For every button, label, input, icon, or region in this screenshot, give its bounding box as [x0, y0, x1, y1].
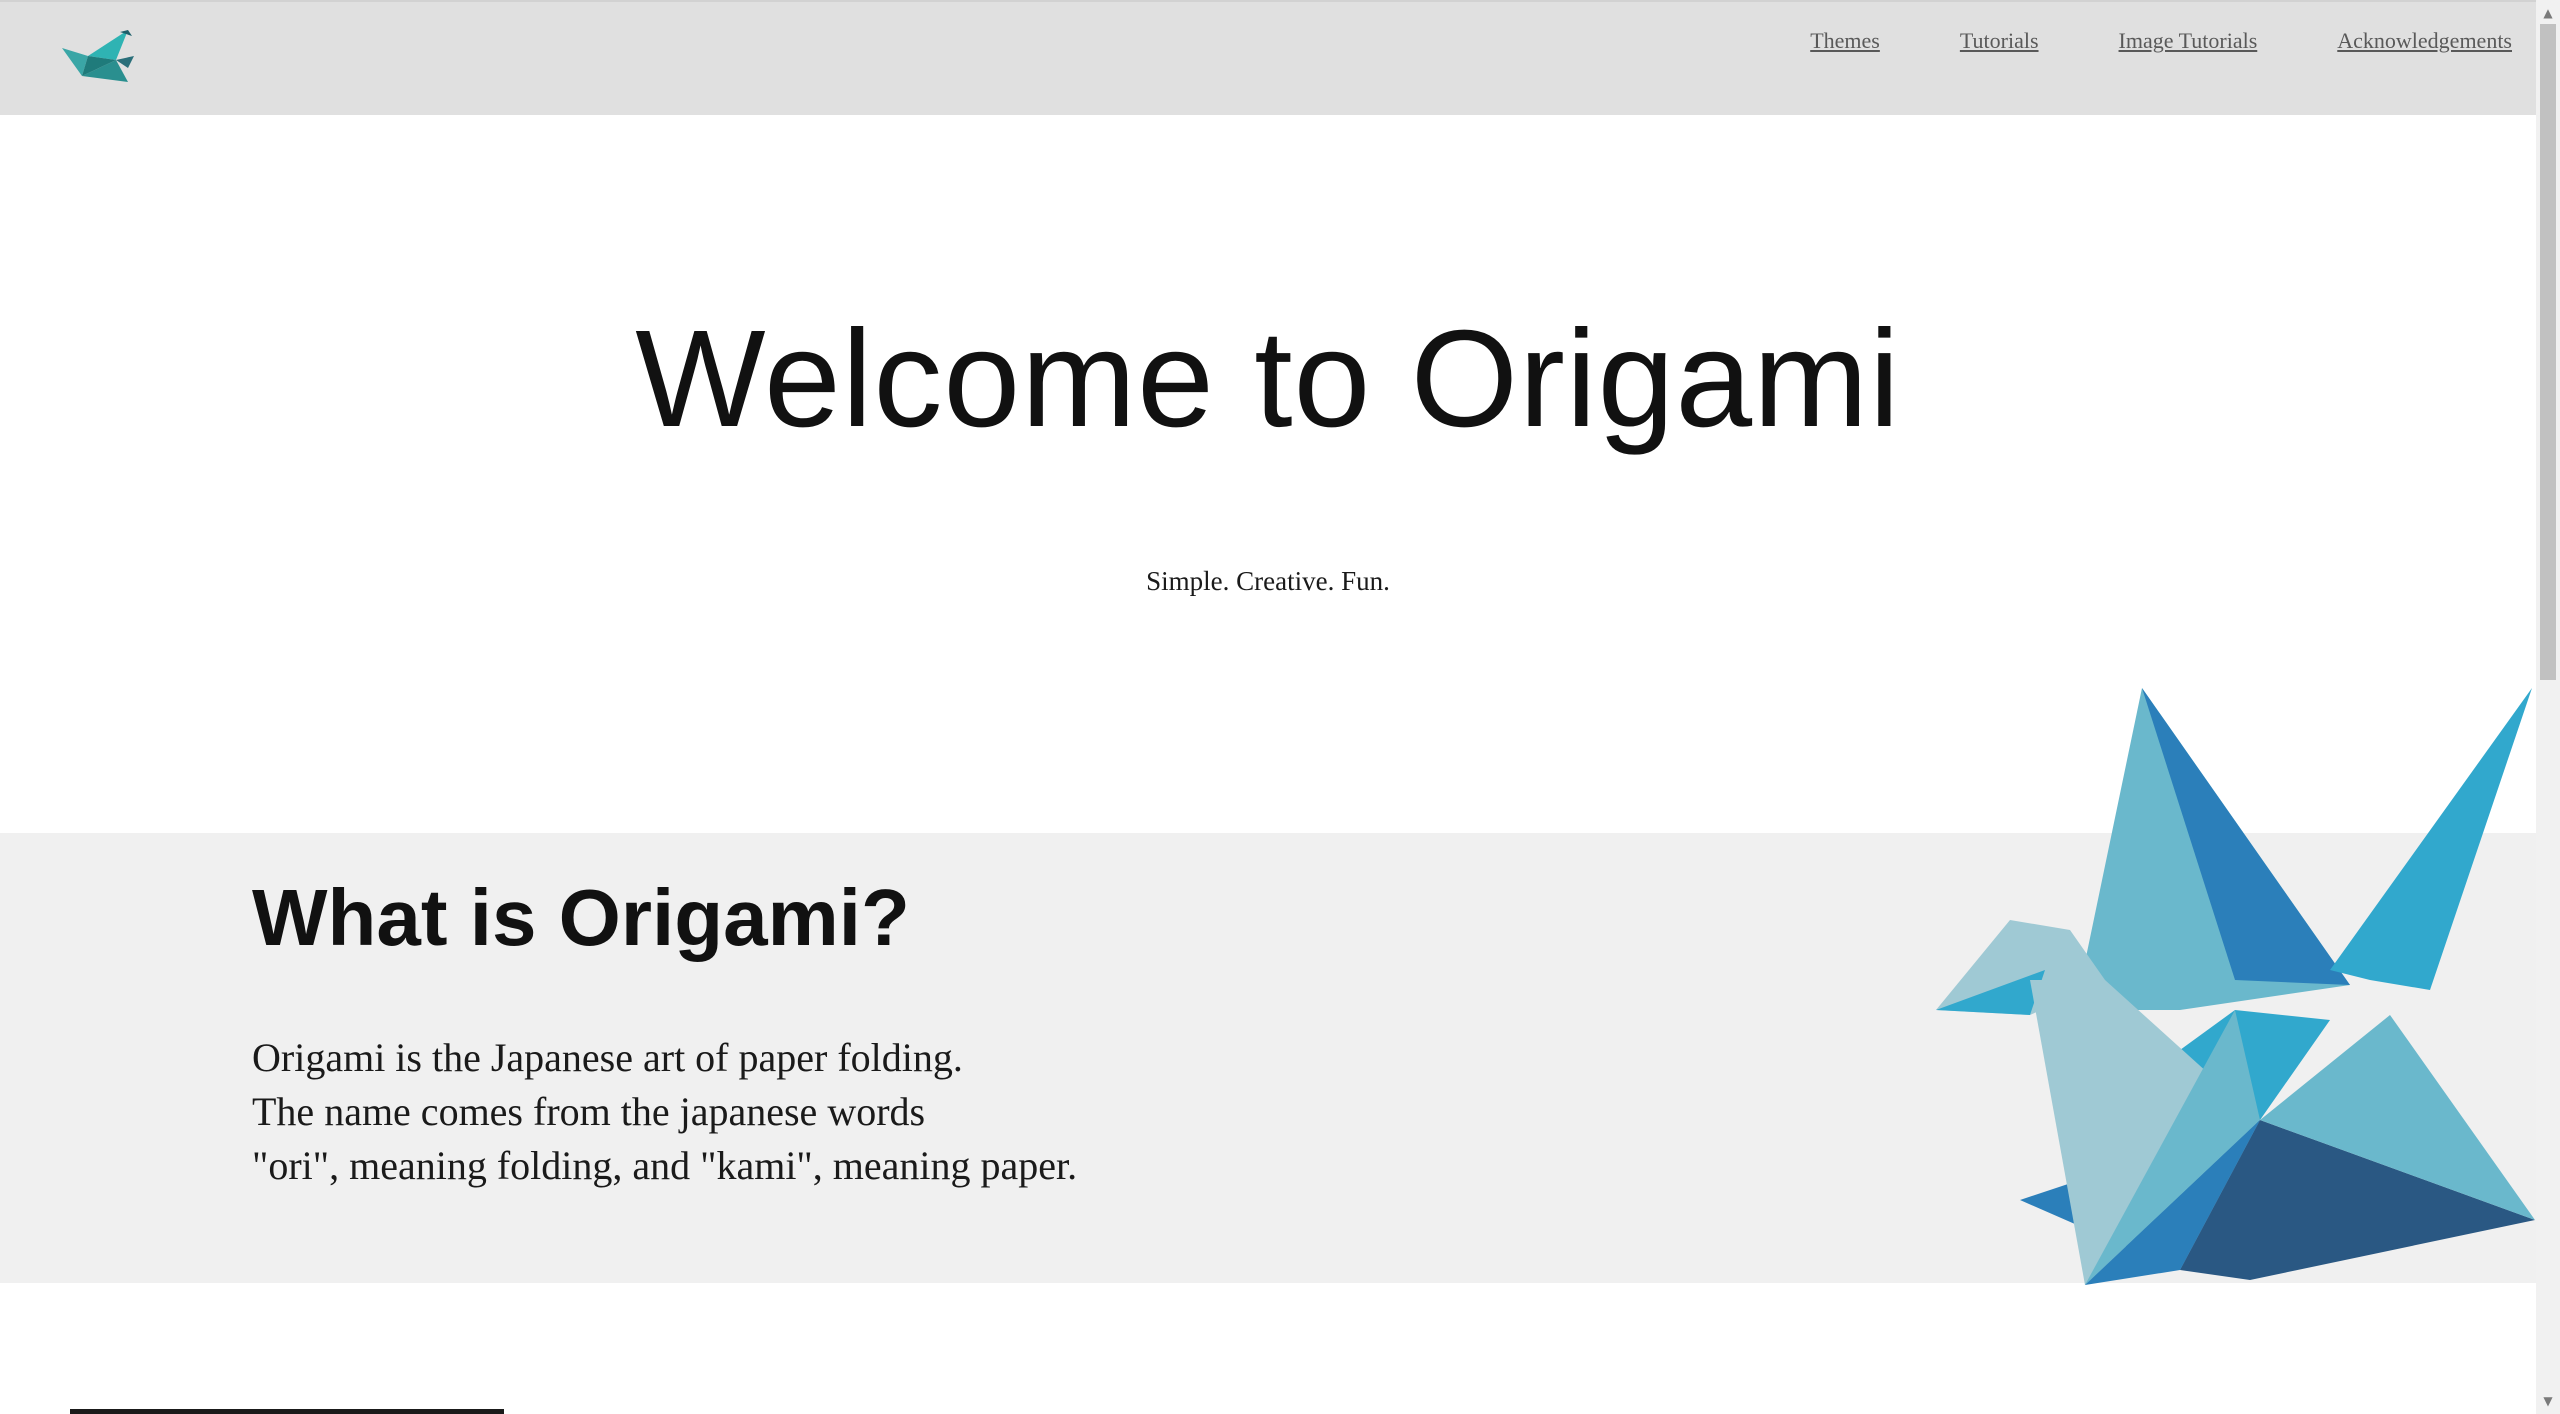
main-nav: Themes Tutorials Image Tutorials Acknowl… [1810, 28, 2512, 54]
scroll-up-arrow-icon[interactable]: ▲ [2536, 2, 2560, 24]
site-header: Themes Tutorials Image Tutorials Acknowl… [0, 0, 2536, 115]
scroll-down-arrow-icon[interactable]: ▼ [2536, 1390, 2560, 1412]
about-line: Origami is the Japanese art of paper fol… [252, 1035, 963, 1080]
about-text: Origami is the Japanese art of paper fol… [252, 1031, 1077, 1193]
hero-subtitle: Simple. Creative. Fun. [1146, 566, 1390, 596]
about-line: "ori", meaning folding, and "kami", mean… [252, 1143, 1078, 1188]
about-line: The name comes from the japanese words [252, 1089, 926, 1134]
nav-link-themes[interactable]: Themes [1810, 28, 1880, 54]
nav-link-tutorials[interactable]: Tutorials [1960, 28, 2039, 54]
scrollbar-thumb[interactable] [2540, 24, 2556, 680]
origami-crane-icon [1936, 688, 2535, 1285]
origami-bird-logo-icon[interactable] [58, 26, 134, 88]
hero-title: Welcome to Origami [635, 302, 1901, 456]
about-title: What is Origami? [252, 873, 910, 962]
horizontal-scrollbar-thumb[interactable] [70, 1409, 504, 1414]
nav-link-acknowledgements[interactable]: Acknowledgements [2337, 28, 2512, 54]
vertical-scrollbar[interactable]: ▲ ▼ [2536, 0, 2560, 1414]
page: Themes Tutorials Image Tutorials Acknowl… [0, 0, 2560, 1414]
nav-link-image-tutorials[interactable]: Image Tutorials [2119, 28, 2258, 54]
